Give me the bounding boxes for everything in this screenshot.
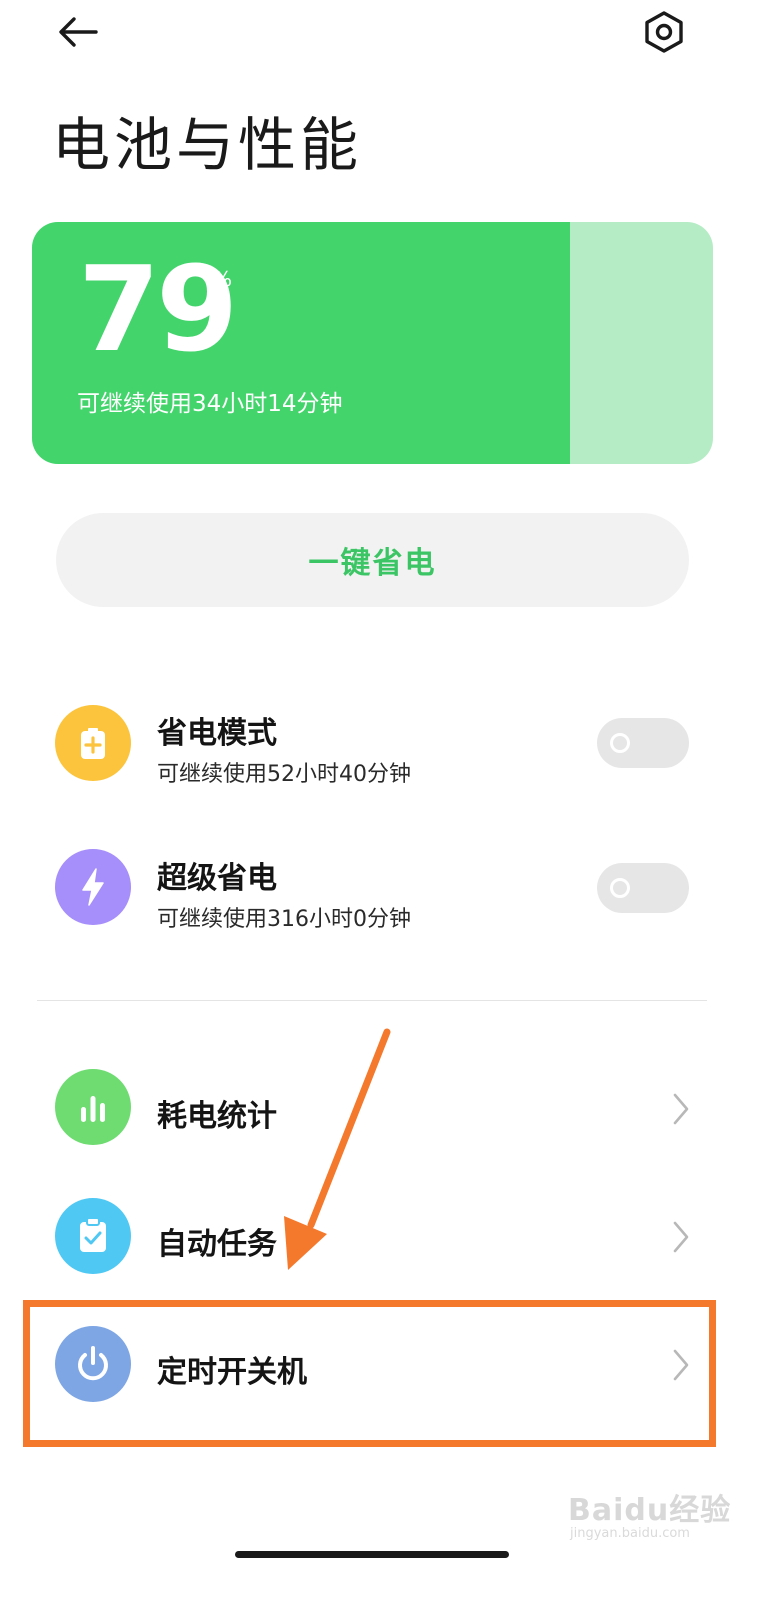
bar-chart-icon [55, 1069, 131, 1145]
section-divider [37, 1000, 707, 1001]
arrow-left-icon [59, 17, 98, 47]
battery-percent: 79 [78, 240, 238, 378]
mode-title: 省电模式 [157, 716, 277, 751]
super-power-saving-toggle[interactable] [597, 863, 689, 913]
battery-plus-icon [55, 705, 131, 781]
power-saving-mode-row[interactable]: 省电模式 可继续使用52小时40分钟 [0, 690, 759, 800]
mode-title: 超级省电 [157, 861, 277, 896]
clipboard-check-icon [55, 1198, 131, 1274]
home-indicator[interactable] [235, 1551, 509, 1558]
mode-subtitle: 可继续使用316小时0分钟 [157, 907, 411, 932]
watermark-url: jingyan.baidu.com [570, 1526, 690, 1541]
back-button[interactable] [48, 8, 108, 56]
page-title: 电池与性能 [52, 111, 363, 179]
settings-button[interactable] [636, 8, 692, 56]
gear-hex-icon [645, 11, 683, 53]
link-title: 耗电统计 [157, 1099, 277, 1134]
battery-remaining-time: 可继续使用34小时14分钟 [77, 391, 343, 417]
chevron-right-icon [673, 1093, 689, 1125]
watermark-brand: Baidu经验 [568, 1493, 732, 1528]
annotation-highlight-box [23, 1300, 716, 1447]
battery-card[interactable]: 79 % 可继续使用34小时14分钟 [32, 222, 713, 464]
one-key-save-button[interactable]: 一键省电 [56, 513, 689, 607]
link-title: 自动任务 [157, 1227, 277, 1262]
mode-subtitle: 可继续使用52小时40分钟 [157, 762, 411, 787]
toggle-knob [610, 733, 630, 753]
battery-percent-unit: % [213, 267, 233, 291]
chevron-right-icon [673, 1221, 689, 1253]
annotation-arrow-icon [284, 1028, 391, 1270]
toggle-knob [610, 878, 630, 898]
lightning-icon [55, 849, 131, 925]
super-power-saving-row[interactable]: 超级省电 可继续使用316小时0分钟 [0, 835, 759, 945]
power-saving-toggle[interactable] [597, 718, 689, 768]
